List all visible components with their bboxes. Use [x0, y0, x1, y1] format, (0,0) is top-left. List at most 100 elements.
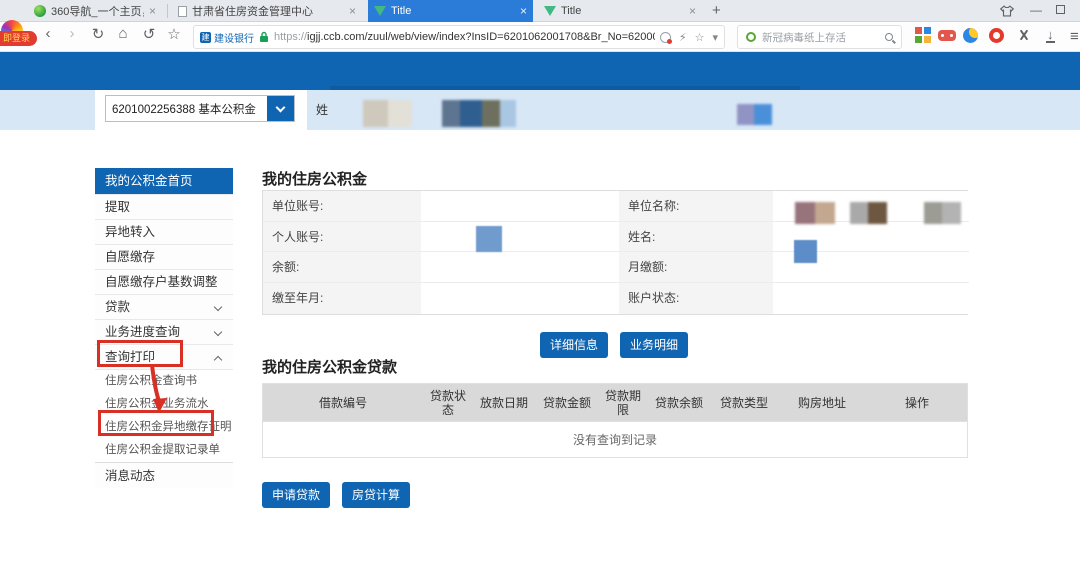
sidebar-item-label: 提取: [105, 200, 130, 214]
sidebar-subitem-label: 住房公积金查询书: [105, 375, 197, 387]
chevron-down-icon: [214, 303, 222, 311]
field-label: 账户状态:: [619, 283, 773, 314]
sidebar-subitem-remote-deposit-cert[interactable]: 住房公积金异地缴存证明: [95, 416, 233, 439]
loan-section-title: 我的住房公积金贷款: [262, 356, 397, 377]
login-badge[interactable]: 即登录: [0, 31, 37, 46]
bank-badge-icon: 建: [200, 32, 211, 43]
sidebar-item-label: 我的公积金首页: [105, 174, 193, 188]
column-header: 贷款余额: [647, 392, 711, 414]
tab-title-active[interactable]: Title ×: [368, 0, 533, 22]
empty-state-text: 没有查询到记录: [263, 421, 967, 457]
menu-icon[interactable]: ≡: [1070, 28, 1079, 45]
form-cell: 单位账号:: [263, 191, 619, 222]
sidebar-item-label: 自愿缴存: [105, 250, 155, 264]
search-hotword[interactable]: 新冠病毒纸上存活: [762, 30, 879, 45]
field-label: 单位账号:: [263, 191, 421, 221]
360-nav-favicon-icon: [34, 5, 46, 17]
search-engine-icon: [746, 32, 756, 42]
loan-table-header: 借款编号 贷款状态 放款日期 贷款金额 贷款期限 贷款余额 贷款类型 购房地址 …: [263, 384, 967, 421]
360-browser-icon[interactable]: [989, 27, 1007, 45]
form-cell: 账户状态:: [619, 283, 969, 314]
dropdown-button[interactable]: [267, 96, 294, 121]
site-verification-badge: 建 建设银行: [200, 30, 254, 45]
new-tab-button[interactable]: +: [712, 2, 721, 19]
redacted-block: [476, 226, 502, 252]
sidebar-subitem-business-flow[interactable]: 住房公积金业务流水: [95, 393, 233, 416]
form-cell: 余额:: [263, 252, 619, 283]
sidebar-subitem-query-letter[interactable]: 住房公积金查询书: [95, 370, 233, 393]
sidebar-menu: 我的公积金首页 提取 异地转入 自愿缴存 自愿缴存户基数调整 贷款 业务进度查询…: [95, 168, 233, 488]
lock-icon: [259, 31, 269, 43]
home-icon[interactable]: ⌂: [113, 25, 133, 42]
field-label: 个人账号:: [263, 222, 421, 252]
sidebar-item-progress-query[interactable]: 业务进度查询: [95, 320, 233, 345]
search-icon[interactable]: [885, 33, 893, 41]
sidebar-item-voluntary-deposit[interactable]: 自愿缴存: [95, 245, 233, 270]
sidebar-subitem-withdraw-record[interactable]: 住房公积金提取记录单: [95, 439, 233, 462]
chevron-down-icon[interactable]: ▾: [712, 31, 718, 44]
column-header: 贷款状态: [423, 385, 473, 421]
sidebar-subitem-label: 住房公积金提取记录单: [105, 444, 220, 456]
redacted-block: [795, 202, 835, 224]
redacted-block: [737, 104, 772, 125]
apps-grid-icon[interactable]: [915, 27, 933, 45]
sidebar-item-label: 业务进度查询: [105, 325, 180, 339]
night-mode-icon[interactable]: [963, 27, 981, 45]
tab-gansu-center[interactable]: 甘肃省住房资金管理中心 ×: [172, 0, 362, 22]
redacted-block: [442, 100, 516, 127]
bank-badge-label: 建设银行: [214, 30, 254, 45]
flash-icon[interactable]: ⚡: [679, 31, 687, 44]
field-label: 月缴额:: [619, 252, 773, 282]
sidebar-subitem-label: 住房公积金业务流水: [105, 398, 209, 410]
field-value: [421, 283, 619, 314]
address-bar[interactable]: 建 建设银行 https://igjj.ccb.com/zuul/web/vie…: [193, 25, 725, 49]
scissors-screenshot-icon[interactable]: [1016, 27, 1034, 45]
shield-alert-icon[interactable]: [660, 32, 671, 43]
sidebar-item-loan[interactable]: 贷款: [95, 295, 233, 320]
mortgage-calc-button[interactable]: 房贷计算: [342, 482, 410, 508]
field-value: [421, 222, 619, 252]
maximize-icon[interactable]: [1056, 5, 1065, 14]
account-select-dropdown[interactable]: 6201002256388 基本公积金: [105, 95, 295, 122]
forward-icon[interactable]: ›: [62, 25, 82, 42]
site-header-bar: [0, 52, 1080, 90]
business-detail-button[interactable]: 业务明细: [620, 332, 688, 358]
tab-close-icon[interactable]: ×: [520, 5, 527, 17]
loan-table: 借款编号 贷款状态 放款日期 贷款金额 贷款期限 贷款余额 贷款类型 购房地址 …: [262, 383, 968, 458]
column-header: 贷款类型: [711, 392, 777, 414]
tab-close-icon[interactable]: ×: [349, 5, 356, 17]
url-protocol: https://: [274, 31, 307, 43]
tab-close-icon[interactable]: ×: [149, 5, 156, 17]
field-label: 缴至年月:: [263, 283, 421, 314]
games-gamepad-icon[interactable]: [938, 27, 956, 45]
sidebar-item-query-print[interactable]: 查询打印: [95, 345, 233, 370]
undo-icon[interactable]: ↺: [139, 25, 159, 43]
skin-shirt-icon[interactable]: [1000, 5, 1014, 17]
detail-info-button[interactable]: 详细信息: [540, 332, 608, 358]
url-text[interactable]: https://igjj.ccb.com/zuul/web/view/index…: [274, 31, 655, 43]
search-box[interactable]: 新冠病毒纸上存活: [737, 25, 902, 49]
sidebar-item-transfer-in[interactable]: 异地转入: [95, 220, 233, 245]
column-header: 放款日期: [473, 392, 535, 414]
address-bar-icons: ⚡ ☆ ▾: [660, 31, 718, 44]
tab-title-2[interactable]: Title ×: [538, 0, 702, 22]
download-icon[interactable]: ↓: [1046, 28, 1055, 43]
bookmark-star-icon[interactable]: ☆: [695, 31, 705, 44]
redacted-block: [850, 202, 887, 224]
document-favicon-icon: [178, 6, 187, 17]
refresh-icon[interactable]: ↻: [88, 25, 108, 43]
field-value: [773, 283, 969, 314]
sidebar-item-home[interactable]: 我的公积金首页: [95, 168, 233, 195]
minimize-icon[interactable]: —: [1030, 3, 1042, 17]
favorite-star-icon[interactable]: ☆: [164, 25, 184, 43]
form-cell: 个人账号:: [263, 222, 619, 253]
redacted-block: [794, 240, 817, 263]
tab-close-icon[interactable]: ×: [689, 5, 696, 17]
back-icon[interactable]: ‹: [38, 25, 58, 42]
field-label: 余额:: [263, 252, 421, 282]
sidebar-item-withdraw[interactable]: 提取: [95, 195, 233, 220]
apply-loan-button[interactable]: 申请贷款: [262, 482, 330, 508]
tab-360-nav[interactable]: 360导航_一个主页，整个世界 ×: [28, 0, 162, 22]
sidebar-item-news[interactable]: 消息动态: [95, 462, 233, 488]
sidebar-item-base-adjust[interactable]: 自愿缴存户基数调整: [95, 270, 233, 295]
